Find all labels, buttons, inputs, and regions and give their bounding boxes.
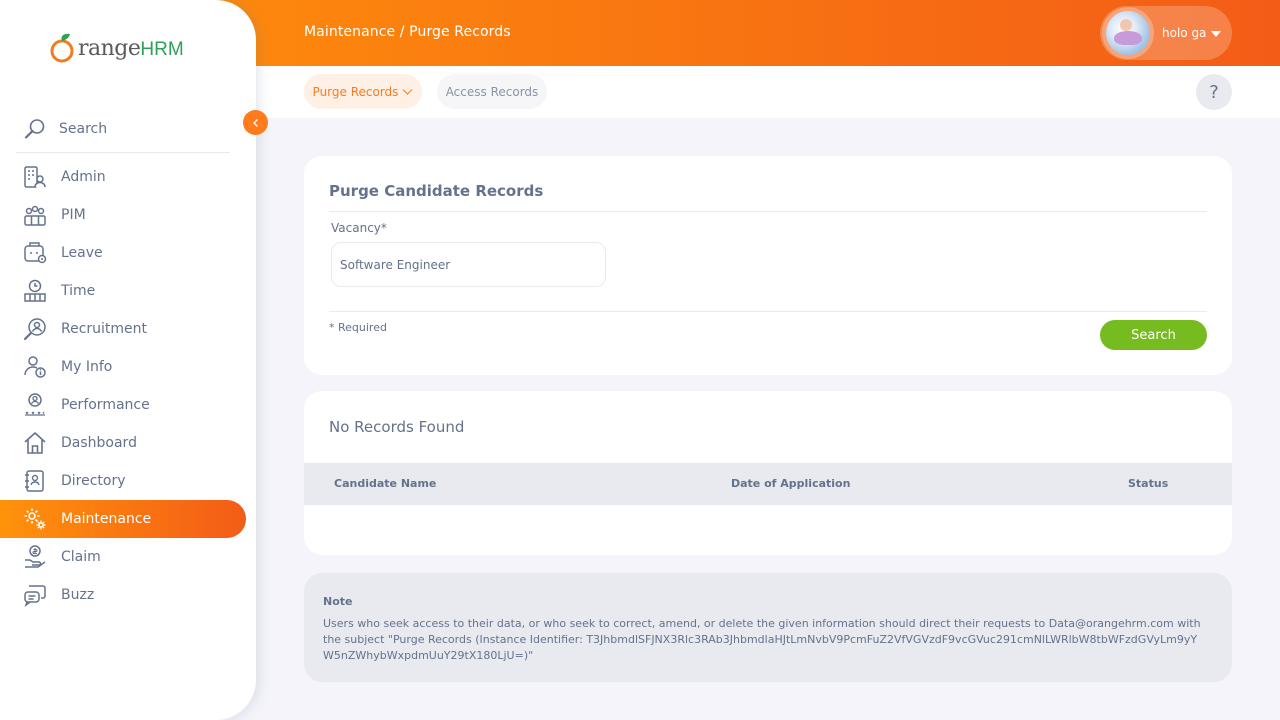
sidebar-item-admin[interactable]: Admin [0, 158, 246, 196]
chevron-down-icon [403, 88, 413, 95]
recruitment-icon [23, 317, 47, 341]
column-candidate-name: Candidate Name [334, 477, 437, 490]
sidebar-item-label: Claim [61, 549, 101, 565]
sidebar-item-recruitment[interactable]: Recruitment [0, 310, 246, 348]
sidebar-item-time[interactable]: Time [0, 272, 246, 310]
tab-access-records[interactable]: Access Records [437, 74, 547, 109]
time-icon [23, 279, 47, 303]
column-status: Status [1128, 477, 1169, 490]
sidebar: rangeHRM Search Admin PIM Leave Time Rec… [0, 0, 256, 720]
sidebar-item-label: Directory [61, 473, 126, 489]
divider [329, 211, 1207, 212]
sidebar-collapse-button[interactable] [243, 110, 268, 135]
my-info-icon [23, 355, 47, 379]
maintenance-icon [23, 507, 47, 531]
sidebar-item-label: Dashboard [61, 435, 137, 451]
directory-icon [23, 469, 47, 493]
divider [329, 311, 1207, 312]
top-subnav: Purge Records Access Records ? [256, 66, 1280, 118]
sidebar-item-label: Leave [61, 245, 103, 261]
chevron-left-icon [252, 118, 258, 127]
user-name[interactable]: holo ga [1162, 26, 1206, 40]
tab-label: Purge Records [312, 84, 399, 99]
form-title: Purge Candidate Records [329, 182, 544, 200]
performance-icon [23, 393, 47, 417]
sidebar-item-my-info[interactable]: My Info [0, 348, 246, 386]
note-card: Note Users who seek access to their data… [304, 573, 1232, 682]
sidebar-item-leave[interactable]: Leave [0, 234, 246, 272]
sidebar-item-label: Maintenance [61, 511, 152, 527]
dashboard-icon [23, 431, 47, 455]
sidebar-item-label: PIM [61, 207, 86, 223]
help-button[interactable]: ? [1196, 74, 1232, 110]
no-records-message: No Records Found [329, 418, 465, 436]
sidebar-item-label: Admin [61, 169, 106, 185]
tab-label: Access Records [445, 84, 539, 99]
results-card: No Records Found Candidate Name Date of … [304, 391, 1232, 555]
sidebar-item-label: My Info [61, 359, 113, 375]
purge-candidate-form: Purge Candidate Records Vacancy* Softwar… [304, 156, 1232, 375]
sidebar-item-performance[interactable]: Performance [0, 386, 246, 424]
sidebar-search-label: Search [59, 121, 108, 137]
search-button[interactable]: Search [1100, 320, 1207, 350]
sidebar-item-maintenance[interactable]: Maintenance [0, 500, 246, 538]
avatar[interactable] [1102, 7, 1154, 59]
sidebar-item-dashboard[interactable]: Dashboard [0, 424, 246, 462]
user-dropdown[interactable]: holo ga [1100, 6, 1232, 60]
sidebar-menu: Admin PIM Leave Time Recruitment My Info… [0, 158, 256, 614]
column-date-of-application: Date of Application [731, 477, 851, 490]
breadcrumb: Maintenance / Purge Records [304, 24, 511, 40]
vacancy-input[interactable]: Software Engineer [331, 242, 606, 287]
buzz-icon [23, 583, 47, 607]
sidebar-item-directory[interactable]: Directory [0, 462, 246, 500]
note-title: Note [323, 595, 353, 608]
admin-icon [23, 165, 47, 189]
sidebar-item-label: Performance [61, 397, 150, 413]
pim-icon [23, 203, 47, 227]
sidebar-item-label: Recruitment [61, 321, 148, 337]
orange-logo-icon [50, 33, 74, 63]
table-header: Candidate Name Date of Application Statu… [304, 463, 1232, 505]
required-note: * Required [329, 321, 387, 334]
sidebar-search[interactable]: Search [16, 106, 230, 153]
claim-icon [23, 545, 47, 569]
vacancy-label: Vacancy* [331, 221, 387, 235]
sidebar-item-label: Buzz [61, 587, 95, 603]
sidebar-item-buzz[interactable]: Buzz [0, 576, 246, 614]
sidebar-item-label: Time [61, 283, 96, 299]
sidebar-item-pim[interactable]: PIM [0, 196, 246, 234]
orangehrm-logo[interactable]: rangeHRM [50, 32, 184, 64]
tab-purge-records[interactable]: Purge Records [304, 74, 422, 109]
sidebar-item-claim[interactable]: Claim [0, 538, 246, 576]
note-text: Users who seek access to their data, or … [323, 617, 1201, 662]
leave-icon [23, 241, 47, 265]
caret-down-icon[interactable] [1211, 30, 1222, 37]
search-icon [24, 119, 45, 139]
